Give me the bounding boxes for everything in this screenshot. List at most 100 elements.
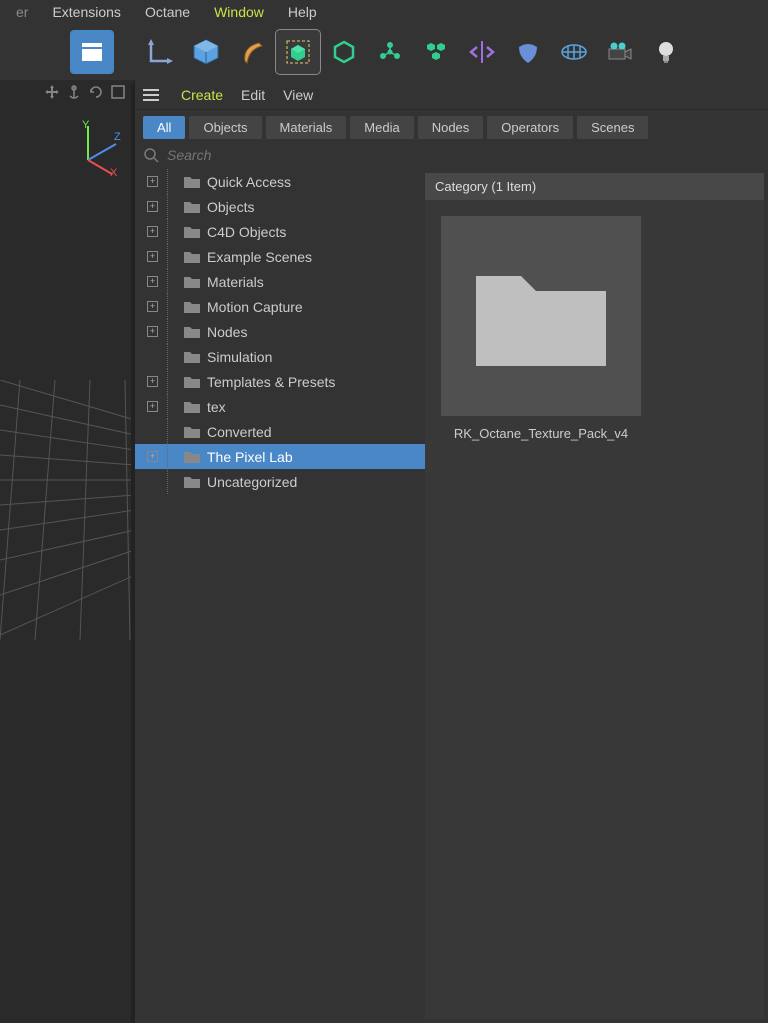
category-item-label: RK_Octane_Texture_Pack_v4 bbox=[441, 426, 641, 441]
expand-icon[interactable]: + bbox=[147, 176, 158, 187]
panel-menu-edit[interactable]: Edit bbox=[241, 87, 265, 103]
tree-line bbox=[167, 344, 179, 369]
search-icon[interactable] bbox=[143, 147, 159, 163]
folder-thumbnail[interactable] bbox=[441, 216, 641, 416]
anchor-icon[interactable] bbox=[66, 84, 82, 100]
tab-operators[interactable]: Operators bbox=[487, 116, 573, 139]
expand-icon[interactable]: + bbox=[147, 326, 158, 337]
rotate-icon[interactable] bbox=[88, 84, 104, 100]
panel-resizer[interactable] bbox=[131, 84, 135, 1023]
menu-octane[interactable]: Octane bbox=[133, 4, 202, 20]
viewport-tools bbox=[0, 80, 134, 108]
tree-line bbox=[167, 219, 179, 244]
tool-camera-icon[interactable] bbox=[598, 30, 642, 74]
menu-truncated[interactable]: er bbox=[4, 4, 40, 20]
tree-item-label: Nodes bbox=[207, 324, 247, 340]
tree-panel[interactable]: + Quick Access + Objects + C4D Objects + Exampl… bbox=[135, 169, 425, 1023]
tree-item-label: Quick Access bbox=[207, 174, 291, 190]
tree-line bbox=[167, 444, 179, 469]
tree-item[interactable]: Simulation bbox=[135, 344, 425, 369]
tree-item[interactable]: + Quick Access bbox=[135, 169, 425, 194]
tool-field-icon[interactable] bbox=[506, 30, 550, 74]
folder-large-icon bbox=[466, 256, 616, 376]
svg-text:Y: Y bbox=[82, 120, 90, 131]
tree-item-label: Objects bbox=[207, 199, 254, 215]
tree-item[interactable]: + Materials bbox=[135, 269, 425, 294]
tool-deformer-icon[interactable] bbox=[322, 30, 366, 74]
expand-icon[interactable]: + bbox=[147, 276, 158, 287]
tree-item-label: Converted bbox=[207, 424, 272, 440]
tool-axis-icon[interactable] bbox=[138, 30, 182, 74]
tree-spacer bbox=[147, 351, 158, 362]
tree-item[interactable]: + Nodes bbox=[135, 319, 425, 344]
tool-symmetry-icon[interactable] bbox=[460, 30, 504, 74]
tab-materials[interactable]: Materials bbox=[266, 116, 347, 139]
menu-extensions[interactable]: Extensions bbox=[40, 4, 132, 20]
tree-item[interactable]: + Objects bbox=[135, 194, 425, 219]
tab-objects[interactable]: Objects bbox=[189, 116, 261, 139]
panel-menu-create[interactable]: Create bbox=[181, 87, 223, 103]
tree-spacer bbox=[147, 476, 158, 487]
panel-menu: Create Edit View bbox=[135, 80, 768, 110]
expand-icon[interactable]: + bbox=[147, 226, 158, 237]
panel-menu-view[interactable]: View bbox=[283, 87, 313, 103]
tree-item-label: C4D Objects bbox=[207, 224, 286, 240]
menu-help[interactable]: Help bbox=[276, 4, 329, 20]
tool-cube-icon[interactable] bbox=[184, 30, 228, 74]
search-row bbox=[135, 145, 768, 169]
tool-cluster-icon[interactable] bbox=[414, 30, 458, 74]
tree-line bbox=[167, 319, 179, 344]
tree-line bbox=[167, 469, 179, 494]
expand-icon[interactable]: + bbox=[147, 251, 158, 262]
tree-item-label: Motion Capture bbox=[207, 299, 303, 315]
filter-tabs: All Objects Materials Media Nodes Operat… bbox=[135, 110, 768, 145]
tree-line bbox=[167, 244, 179, 269]
tool-light-icon[interactable] bbox=[644, 30, 688, 74]
tree-item[interactable]: + The Pixel Lab bbox=[135, 444, 425, 469]
tab-nodes[interactable]: Nodes bbox=[418, 116, 484, 139]
tool-assets-icon[interactable] bbox=[70, 30, 114, 74]
category-item[interactable]: RK_Octane_Texture_Pack_v4 bbox=[441, 216, 641, 441]
tool-bounding-box-icon[interactable] bbox=[276, 30, 320, 74]
tree-item-label: Example Scenes bbox=[207, 249, 312, 265]
tree-item-label: Templates & Presets bbox=[207, 374, 335, 390]
tree-line bbox=[167, 169, 179, 194]
tab-scenes[interactable]: Scenes bbox=[577, 116, 648, 139]
frame-icon[interactable] bbox=[110, 84, 126, 100]
tree-line bbox=[167, 394, 179, 419]
tree-item-label: Uncategorized bbox=[207, 474, 297, 490]
tree-item[interactable]: + Templates & Presets bbox=[135, 369, 425, 394]
tree-item-label: The Pixel Lab bbox=[207, 449, 293, 465]
expand-icon[interactable]: + bbox=[147, 376, 158, 387]
tree-item[interactable]: +tex bbox=[135, 394, 425, 419]
expand-icon[interactable]: + bbox=[147, 301, 158, 312]
menu-window[interactable]: Window bbox=[202, 4, 276, 20]
tree-item[interactable]: + C4D Objects bbox=[135, 219, 425, 244]
hamburger-icon[interactable] bbox=[143, 89, 159, 101]
tree-line bbox=[167, 294, 179, 319]
tree-line bbox=[167, 419, 179, 444]
tree-item-label: Materials bbox=[207, 274, 264, 290]
tree-item[interactable]: + Motion Capture bbox=[135, 294, 425, 319]
tree-item[interactable]: Uncategorized bbox=[135, 469, 425, 494]
category-panel: Category (1 Item) RK_Octane_Texture_Pack… bbox=[425, 173, 764, 1019]
axis-gizmo-icon[interactable]: Y Z X bbox=[70, 120, 126, 176]
tab-all[interactable]: All bbox=[143, 116, 185, 139]
tool-instance-icon[interactable] bbox=[368, 30, 412, 74]
expand-icon[interactable]: + bbox=[147, 201, 158, 212]
top-menu-bar: er Extensions Octane Window Help bbox=[0, 0, 768, 24]
tab-media[interactable]: Media bbox=[350, 116, 413, 139]
search-input[interactable] bbox=[167, 147, 760, 163]
move-icon[interactable] bbox=[44, 84, 60, 100]
asset-browser-panel: Create Edit View All Objects Materials M… bbox=[135, 80, 768, 1023]
tool-pen-icon[interactable] bbox=[230, 30, 274, 74]
category-header: Category (1 Item) bbox=[425, 173, 764, 200]
viewport-grid bbox=[0, 380, 135, 640]
tree-line bbox=[167, 369, 179, 394]
tree-item[interactable]: + Example Scenes bbox=[135, 244, 425, 269]
tool-grid-icon[interactable] bbox=[552, 30, 596, 74]
expand-icon[interactable]: + bbox=[147, 451, 158, 462]
tree-item[interactable]: Converted bbox=[135, 419, 425, 444]
expand-icon[interactable]: + bbox=[147, 401, 158, 412]
viewport-panel[interactable]: Y Z X bbox=[0, 80, 135, 1023]
